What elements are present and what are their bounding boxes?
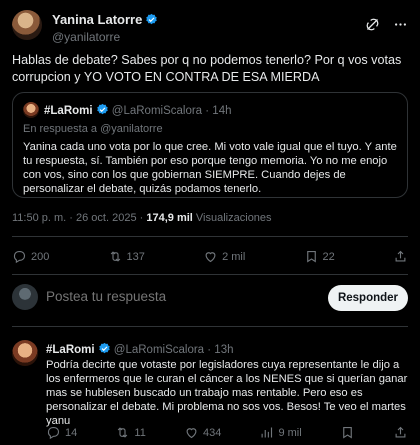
repost-icon <box>118 427 128 438</box>
reply-input[interactable] <box>46 289 286 304</box>
reply-submit-button[interactable]: Responder <box>328 285 408 311</box>
reply-bookmark-button[interactable] <box>340 425 355 440</box>
reply-like-button[interactable]: 434 <box>184 425 221 440</box>
reply-to-handle: @yanilatorre <box>100 123 163 135</box>
tweet-meta: 11:50 p. m. · 26 oct. 2025 · 174,9 mil V… <box>12 212 272 224</box>
reply-like-count: 434 <box>202 426 222 439</box>
tweet-date[interactable]: 26 oct. 2025 <box>76 212 137 224</box>
repost-icon <box>110 251 120 262</box>
verified-badge-icon <box>146 13 158 25</box>
tweet-text: Hablas de debate? Sabes por q no podemos… <box>12 53 402 84</box>
reply-reply-button[interactable]: 14 <box>46 425 77 440</box>
more-icon[interactable] <box>392 16 408 32</box>
reply-age: · 13h <box>207 344 234 356</box>
reply-button[interactable]: 200 <box>12 249 49 264</box>
bookmark-count: 22 <box>322 250 335 263</box>
reply-repost-button[interactable]: 11 <box>115 425 146 440</box>
like-count: 2 mil <box>222 250 246 263</box>
reply-text: Podría decirte que votaste por legislado… <box>46 359 408 427</box>
reply-composer: Responder <box>12 284 408 314</box>
reply-context: En respuesta a @yanilatorre <box>23 123 163 135</box>
views-label: Visualizaciones <box>195 212 272 224</box>
quoted-tweet[interactable]: #LaRomi @LaRomiScalora · 14h En respuest… <box>12 92 408 198</box>
quoted-author-handle: @LaRomiScalora <box>111 105 203 117</box>
meta-separator: · <box>69 212 73 224</box>
verified-badge-icon <box>98 342 110 354</box>
current-user-avatar[interactable] <box>12 284 38 310</box>
repost-button[interactable]: 137 <box>108 249 145 264</box>
share-icon <box>395 426 406 438</box>
divider <box>12 236 408 237</box>
meta-separator-2: · <box>139 212 144 224</box>
verified-badge-icon <box>96 103 108 115</box>
author-block[interactable]: Yanina Latorre @yanilatorre <box>52 11 158 44</box>
repost-count: 137 <box>126 250 145 263</box>
grok-icon[interactable] <box>364 16 380 32</box>
bookmark-button[interactable]: 22 <box>304 249 335 264</box>
reply-views-count: 9 mil <box>278 426 302 439</box>
share-button[interactable] <box>393 249 408 264</box>
reply-icon <box>13 250 26 264</box>
reply-author-name[interactable]: #LaRomi <box>46 344 95 356</box>
divider <box>12 274 408 275</box>
author-avatar[interactable] <box>12 10 42 40</box>
quoted-age: · 14h <box>205 105 232 117</box>
views-icon <box>262 427 273 438</box>
tweet-time[interactable]: 11:50 p. m. <box>12 212 66 224</box>
share-icon <box>395 250 406 262</box>
quoted-header: #LaRomi @LaRomiScalora · 14h <box>23 102 232 118</box>
reply-icon <box>47 426 60 440</box>
heart-icon <box>186 428 197 439</box>
heart-icon <box>205 252 216 263</box>
reply-repost-count: 11 <box>134 426 146 439</box>
views-count: 174,9 mil <box>146 212 193 224</box>
author-handle[interactable]: @yanilatorre <box>52 30 158 44</box>
tweet-actions: 200 137 2 mil 22 <box>12 249 408 264</box>
quoted-text: Yanina cada uno vota por lo que cree. Mi… <box>23 141 397 195</box>
author-name[interactable]: Yanina Latorre <box>52 12 142 27</box>
quoted-author-name: #LaRomi <box>44 105 93 117</box>
reply-author-handle[interactable]: @LaRomiScalora <box>114 344 204 356</box>
divider <box>12 326 408 327</box>
reply-prefix: En respuesta a <box>23 123 97 135</box>
reply-count: 200 <box>31 250 50 263</box>
reply-reply-count: 14 <box>65 426 78 439</box>
like-button[interactable]: 2 mil <box>203 249 245 264</box>
bookmark-icon <box>343 426 352 439</box>
reply-actions: 14 11 434 9 mil <box>46 425 408 440</box>
quoted-avatar <box>23 102 39 118</box>
reply-avatar[interactable] <box>12 340 38 366</box>
tweet-header: Yanina Latorre @yanilatorre <box>12 10 408 44</box>
reply-share-button[interactable] <box>393 425 408 440</box>
reply-header: #LaRomi @LaRomiScalora · 13h <box>46 342 234 356</box>
bookmark-icon <box>306 250 316 263</box>
reply-views-button[interactable]: 9 mil <box>259 425 302 440</box>
